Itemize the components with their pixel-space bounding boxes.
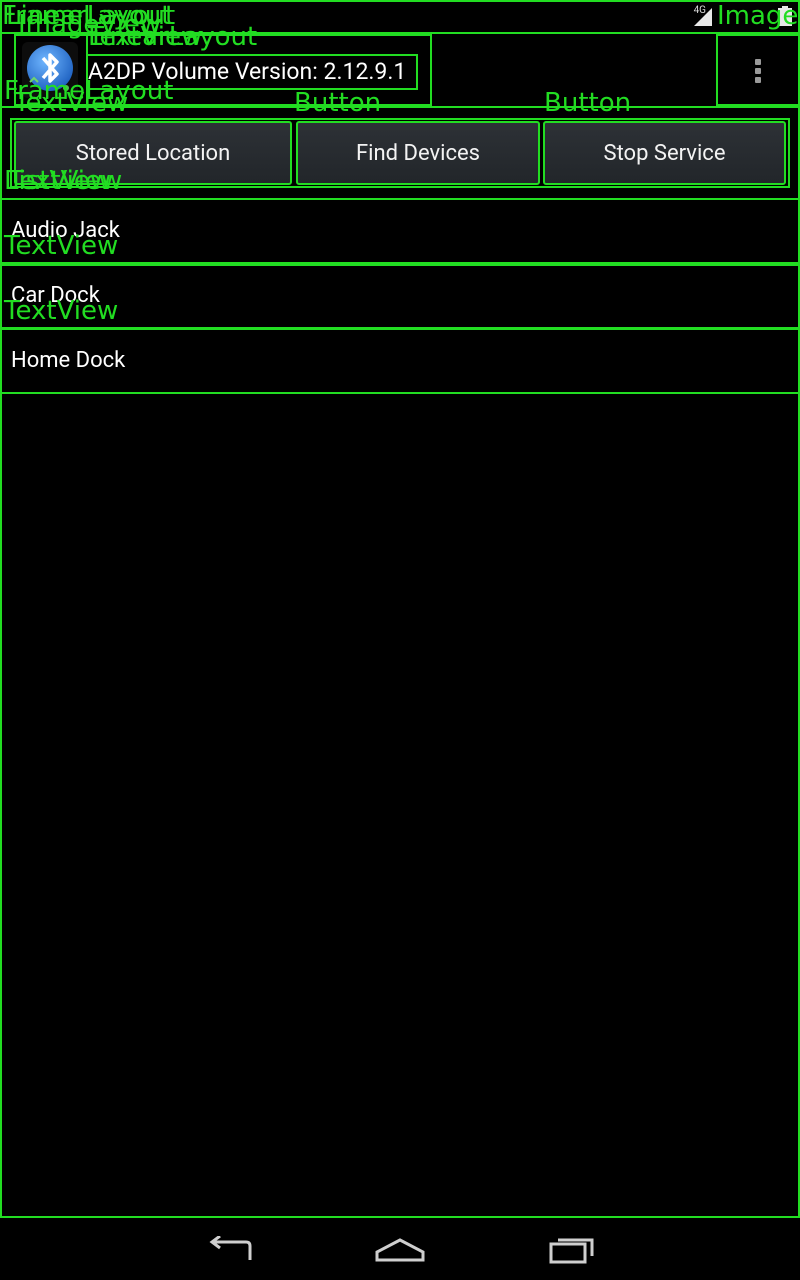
logo-bounds: [14, 34, 88, 106]
row2-bounds: [0, 262, 800, 330]
buttons-inner-bounds: [10, 118, 790, 188]
recents-icon[interactable]: [548, 1234, 596, 1264]
row1-bounds: [0, 198, 800, 266]
row3-bounds: [0, 327, 800, 394]
home-icon[interactable]: [374, 1236, 426, 1264]
overflow-bounds: [716, 34, 800, 106]
back-icon[interactable]: [206, 1236, 254, 1264]
navigation-bar: [0, 1218, 800, 1280]
statusbar-bounds: [0, 0, 800, 34]
title-bounds: [86, 54, 418, 90]
